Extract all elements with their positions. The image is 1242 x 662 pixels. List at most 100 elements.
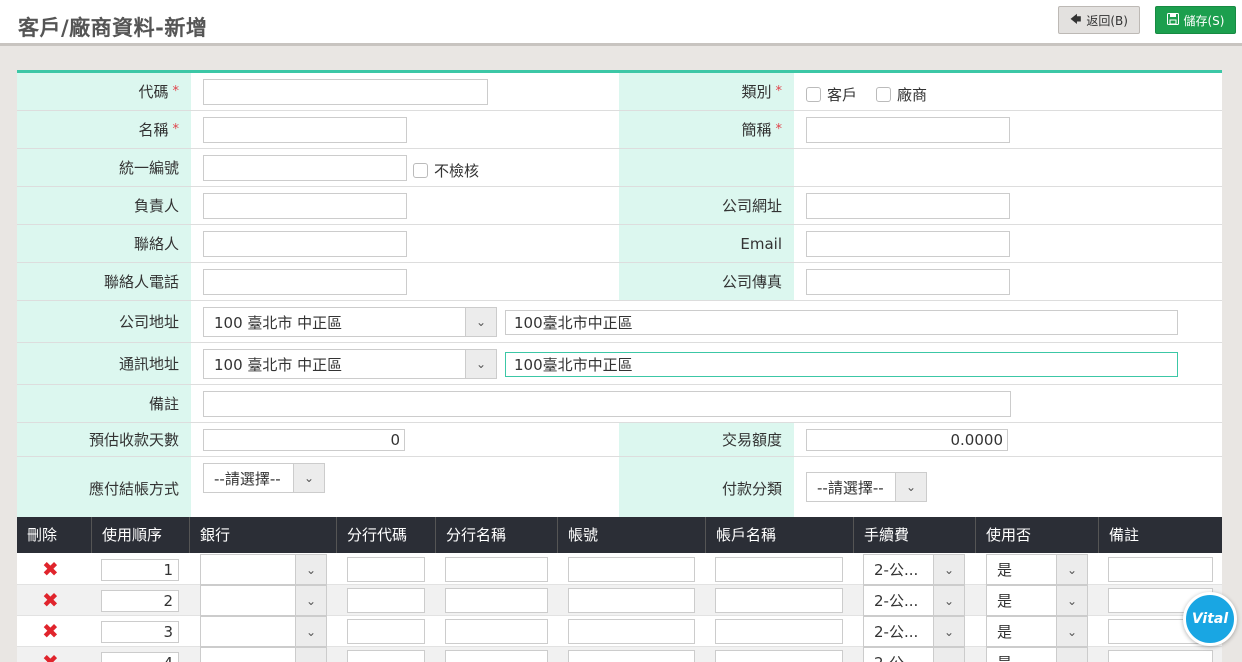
tax-id-input[interactable]: [203, 155, 407, 181]
save-button[interactable]: 儲存(S): [1155, 6, 1236, 34]
chevron-down-icon: ⌄: [1056, 648, 1087, 662]
chevron-down-icon: ⌄: [933, 648, 964, 662]
contact-input[interactable]: [203, 231, 407, 257]
delete-x-icon[interactable]: ✖: [42, 652, 59, 662]
account-number-input[interactable]: [568, 650, 695, 662]
branch-name-input[interactable]: [445, 619, 548, 644]
email-input[interactable]: [806, 231, 1010, 257]
branch-name-input[interactable]: [445, 650, 548, 662]
collection-days-input[interactable]: 0: [203, 429, 405, 451]
contact-label: 聯絡人: [17, 225, 191, 262]
chevron-down-icon: ⌄: [295, 617, 326, 646]
fee-select[interactable]: 2-公...⌄: [863, 616, 965, 647]
fax-input[interactable]: [806, 269, 1010, 295]
category-vendor-checkbox[interactable]: 廠商: [876, 84, 927, 105]
owner-input[interactable]: [203, 193, 407, 219]
form-row-contact-phone: 聯絡人電話 公司傳真: [17, 263, 1222, 301]
empty-label-cell: [619, 149, 794, 186]
branch-code-input[interactable]: [347, 619, 425, 644]
contact-phone-input[interactable]: [203, 269, 407, 295]
payable-method-select[interactable]: --請選擇-- ⌄: [203, 463, 325, 493]
category-customer-checkbox[interactable]: 客戶: [806, 84, 857, 105]
payable-method-label: 應付結帳方式: [17, 457, 191, 520]
enabled-select[interactable]: 是⌄: [986, 647, 1088, 662]
chevron-down-icon: ⌄: [293, 464, 324, 492]
chevron-down-icon: ⌄: [933, 617, 964, 646]
name-input[interactable]: [203, 117, 407, 143]
remarks-label: 備註: [17, 385, 191, 422]
form-row-payment: 應付結帳方式 --請選擇-- ⌄ 付款分類 --請選擇-- ⌄: [17, 457, 1222, 520]
fee-select[interactable]: 2-公...⌄: [863, 647, 965, 662]
customer-vendor-form: 代碼 * 類別 * 客戶 廠商 名稱 * 簡稱 * 統一編號 不檢核 負責人 公司網址 …: [17, 70, 1222, 520]
col-header-delete: 刪除: [17, 517, 92, 553]
table-row: ✖ 1 ⌄ 2-公... ⌄ 是 ⌄: [17, 554, 1222, 585]
form-row-collection: 預估收款天數 0 交易額度 0.0000: [17, 423, 1222, 457]
bank-select[interactable]: ⌄: [200, 554, 327, 585]
order-input[interactable]: 1: [101, 559, 179, 581]
account-name-input[interactable]: [715, 588, 843, 613]
delete-x-icon[interactable]: ✖: [42, 590, 59, 610]
owner-label: 負責人: [17, 187, 191, 224]
branch-code-input[interactable]: [347, 557, 425, 582]
mail-address-input[interactable]: 100臺北市中正區: [505, 352, 1178, 377]
delete-x-icon[interactable]: ✖: [42, 621, 59, 641]
form-row-code: 代碼 * 類別 * 客戶 廠商: [17, 73, 1222, 111]
trade-limit-input[interactable]: 0.0000: [806, 429, 1008, 451]
fee-select[interactable]: 2-公...⌄: [863, 554, 965, 585]
form-row-owner: 負責人 公司網址: [17, 187, 1222, 225]
col-header-account-name: 帳戶名稱: [706, 517, 854, 553]
enabled-select[interactable]: 是⌄: [986, 585, 1088, 616]
account-name-input[interactable]: [715, 557, 843, 582]
delete-x-icon[interactable]: ✖: [42, 559, 59, 579]
back-button[interactable]: 🡄 返回(B): [1058, 6, 1140, 34]
short-name-input[interactable]: [806, 117, 1010, 143]
form-row-remarks: 備註: [17, 385, 1222, 423]
order-input[interactable]: 2: [101, 590, 179, 612]
vital-chat-button[interactable]: Vital: [1183, 592, 1237, 646]
form-row-contact: 聯絡人 Email: [17, 225, 1222, 263]
order-input[interactable]: 4: [101, 652, 179, 662]
grid-header: 刪除 使用順序 銀行 分行代碼 分行名稱 帳號 帳戶名稱 手續費 使用否 備註: [17, 517, 1222, 553]
page-header: 客戶/廠商資料-新增 🡄 返回(B) 儲存(S): [0, 0, 1242, 46]
company-address-label: 公司地址: [17, 301, 191, 342]
payment-category-select[interactable]: --請選擇-- ⌄: [806, 472, 927, 502]
branch-name-input[interactable]: [445, 557, 548, 582]
short-name-label: 簡稱 *: [619, 111, 794, 148]
enabled-select[interactable]: 是⌄: [986, 616, 1088, 647]
account-name-input[interactable]: [715, 619, 843, 644]
category-label: 類別 *: [619, 73, 794, 110]
website-input[interactable]: [806, 193, 1010, 219]
chevron-down-icon: ⌄: [933, 586, 964, 615]
branch-code-input[interactable]: [347, 650, 425, 662]
branch-name-input[interactable]: [445, 588, 548, 613]
remarks-input[interactable]: [203, 391, 1011, 417]
mail-district-select[interactable]: 100 臺北市 中正區 ⌄: [203, 349, 497, 379]
bank-select[interactable]: ⌄: [200, 647, 327, 662]
company-address-input[interactable]: 100臺北市中正區: [505, 310, 1178, 335]
company-district-select[interactable]: 100 臺北市 中正區 ⌄: [203, 307, 497, 337]
form-row-tax-id: 統一編號 不檢核: [17, 149, 1222, 187]
account-number-input[interactable]: [568, 588, 695, 613]
order-input[interactable]: 3: [101, 621, 179, 643]
form-row-mail-address: 通訊地址 100 臺北市 中正區 ⌄ 100臺北市中正區: [17, 343, 1222, 385]
branch-code-input[interactable]: [347, 588, 425, 613]
code-input[interactable]: [203, 79, 488, 105]
fax-label: 公司傳真: [619, 263, 794, 300]
chevron-down-icon: ⌄: [1056, 555, 1087, 584]
remarks-input[interactable]: [1108, 557, 1213, 582]
table-row: ✖ 4 ⌄ 2-公...⌄ 是⌄: [17, 647, 1222, 662]
arrow-left-icon: 🡄: [1070, 12, 1082, 26]
account-name-input[interactable]: [715, 650, 843, 662]
col-header-fee: 手續費: [854, 517, 976, 553]
bank-select[interactable]: ⌄: [200, 616, 327, 647]
no-check-checkbox[interactable]: 不檢核: [413, 160, 479, 181]
table-row: ✖ 2 ⌄ 2-公... ⌄ 是 ⌄: [17, 585, 1222, 616]
enabled-select[interactable]: 是⌄: [986, 554, 1088, 585]
remarks-input[interactable]: [1108, 650, 1213, 662]
col-header-remarks: 備註: [1109, 526, 1140, 544]
bank-select[interactable]: ⌄: [200, 585, 327, 616]
account-number-input[interactable]: [568, 557, 695, 582]
account-number-input[interactable]: [568, 619, 695, 644]
fee-select[interactable]: 2-公...⌄: [863, 585, 965, 616]
floppy-disk-icon: [1166, 12, 1179, 28]
